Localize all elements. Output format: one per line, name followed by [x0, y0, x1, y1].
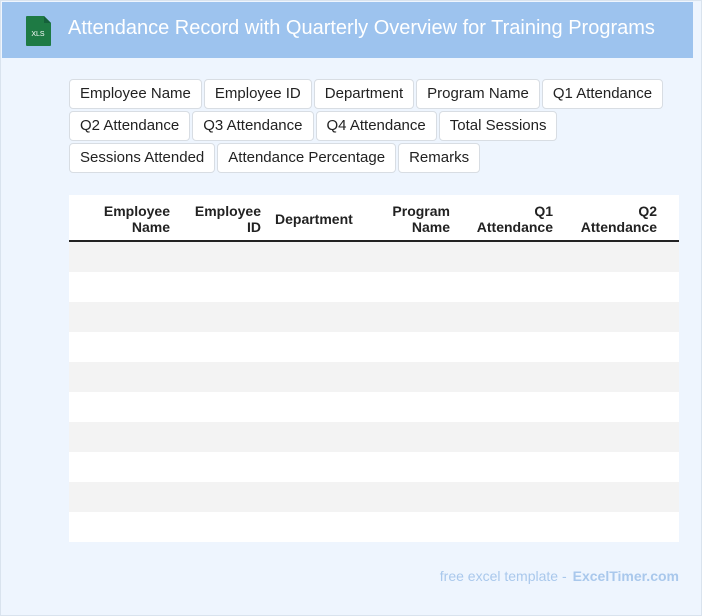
table-row[interactable]: [69, 302, 679, 332]
header-line: Employee: [194, 203, 261, 219]
chip-attendance-percentage[interactable]: Attendance Percentage: [217, 143, 397, 173]
chip-q3-attendance[interactable]: Q3 Attendance: [192, 111, 314, 141]
column-header-employee-id[interactable]: Employee ID: [170, 203, 261, 235]
header-line: Name: [131, 219, 170, 235]
chip-row: Employee Name Employee ID Department Progra…: [69, 79, 669, 111]
icon-label: XLS: [31, 31, 45, 38]
column-header-q2-attendance[interactable]: Q2 Attendance: [553, 203, 657, 235]
header-line: Q1: [534, 203, 553, 219]
header-bar: XLS Attendance Record with Quarterly Ove…: [2, 2, 693, 58]
chip-total-sessions[interactable]: Total Sessions: [438, 111, 558, 141]
header-line: Employee: [103, 203, 170, 219]
footer-credit: free excel template - ExcelTimer.com: [440, 568, 679, 584]
header-line: Department: [275, 211, 353, 227]
header-line: Name: [411, 219, 450, 235]
table-row[interactable]: [69, 242, 679, 272]
chip-row: Sessions Attended Attendance Percentage Re…: [69, 143, 669, 175]
chip-remarks[interactable]: Remarks: [398, 143, 481, 173]
chip-q2-attendance[interactable]: Q2 Attendance: [69, 111, 191, 141]
chip-q1-attendance[interactable]: Q1 Attendance: [541, 79, 664, 109]
table-header: Employee Name Employee ID Department Pro…: [69, 195, 679, 242]
header-line: Q2: [638, 203, 657, 219]
table-row[interactable]: [69, 272, 679, 302]
table-body: [69, 242, 679, 542]
column-header-employee-name[interactable]: Employee Name: [69, 203, 170, 235]
attendance-table: Employee Name Employee ID Department Pro…: [69, 195, 679, 542]
column-chip-list: Employee Name Employee ID Department Progra…: [69, 79, 669, 175]
table-row[interactable]: [69, 422, 679, 452]
table-row[interactable]: [69, 392, 679, 422]
table-row[interactable]: [69, 482, 679, 512]
header-line: Program: [392, 203, 450, 219]
table-row[interactable]: [69, 362, 679, 392]
chip-employee-id[interactable]: Employee ID: [203, 79, 312, 109]
page-frame: XLS Attendance Record with Quarterly Ove…: [0, 0, 702, 616]
chip-employee-name[interactable]: Employee Name: [69, 79, 202, 109]
table-row[interactable]: [69, 512, 679, 542]
chip-sessions-attended[interactable]: Sessions Attended: [69, 143, 216, 173]
footer-brand-link[interactable]: ExcelTimer.com: [573, 568, 679, 584]
header-line: ID: [247, 219, 261, 235]
chip-q4-attendance[interactable]: Q4 Attendance: [315, 111, 437, 141]
header-line: Attendance: [476, 219, 553, 235]
table-row[interactable]: [69, 332, 679, 362]
column-header-program-name[interactable]: Program Name: [365, 203, 450, 235]
header-line: Attendance: [580, 219, 657, 235]
excel-file-icon: XLS: [26, 16, 51, 46]
chip-department[interactable]: Department: [313, 79, 415, 109]
chip-program-name[interactable]: Program Name: [416, 79, 540, 109]
page-title: Attendance Record with Quarterly Overvie…: [68, 17, 655, 39]
column-header-q1-attendance[interactable]: Q1 Attendance: [450, 203, 553, 235]
footer-prefix: free excel template -: [439, 568, 567, 584]
chip-row: Q2 Attendance Q3 Attendance Q4 Attendance T…: [69, 111, 669, 143]
column-header-department[interactable]: Department: [275, 211, 365, 227]
table-row[interactable]: [69, 452, 679, 482]
